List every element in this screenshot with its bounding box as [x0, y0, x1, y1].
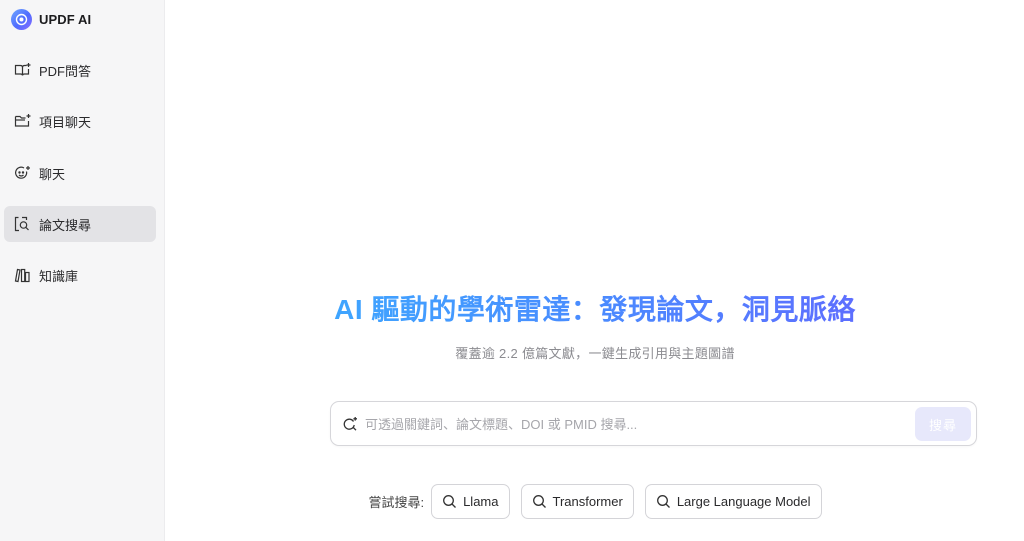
book-open-icon	[13, 61, 31, 79]
sidebar-item-pdf-qa[interactable]: PDF問答	[4, 52, 156, 88]
suggestion-chip-large-language-model[interactable]: Large Language Model	[644, 484, 822, 519]
suggestion-chip-llama[interactable]: Llama	[431, 484, 510, 519]
sidebar-item-label: 聊天	[39, 166, 66, 182]
search-icon	[532, 494, 547, 509]
folder-plus-icon	[13, 112, 31, 130]
main-content: AI 驅動的學術雷達：發現論文，洞見脈絡 覆蓋逾 2.2 億篇文獻，一鍵生成引用…	[166, 0, 1024, 541]
doc-search-icon	[13, 215, 31, 233]
sidebar-item-label: 知識庫	[39, 268, 79, 284]
search-sparkle-icon	[342, 416, 358, 432]
chip-label: Large Language Model	[676, 494, 811, 509]
search-bar: 搜尋	[330, 401, 977, 446]
brand-name: UPDF AI	[39, 11, 92, 27]
chip-label: Transformer	[552, 494, 623, 509]
page-subtitle: 覆蓋逾 2.2 億篇文獻，一鍵生成引用與主題圖譜	[455, 346, 735, 361]
smile-chat-icon	[13, 164, 31, 182]
search-icon	[442, 494, 457, 509]
page-title: AI 驅動的學術雷達：發現論文，洞見脈絡	[166, 292, 1024, 328]
sidebar-item-chat[interactable]: 聊天	[4, 155, 156, 191]
suggestions-label: 嘗試搜尋:	[368, 495, 425, 510]
chip-label: Llama	[463, 494, 499, 509]
search-icon	[656, 494, 671, 509]
brand[interactable]: UPDF AI	[11, 8, 91, 30]
search-button[interactable]: 搜尋	[915, 407, 971, 441]
sidebar: UPDF AI PDF問答 項目聊天 聊天 論文搜尋 知識庫	[0, 0, 165, 541]
sidebar-item-paper-search[interactable]: 論文搜尋	[4, 206, 156, 242]
sidebar-item-label: PDF問答	[39, 63, 92, 79]
sidebar-item-label: 論文搜尋	[39, 217, 92, 233]
search-input[interactable]	[365, 410, 905, 438]
library-icon	[13, 266, 31, 284]
suggestion-chip-transformer[interactable]: Transformer	[520, 484, 634, 519]
sidebar-item-knowledge-base[interactable]: 知識庫	[4, 257, 156, 293]
sidebar-item-label: 項目聊天	[39, 114, 92, 130]
updf-logo-icon	[11, 8, 32, 30]
sidebar-item-project-chat[interactable]: 項目聊天	[4, 103, 156, 139]
search-suggestions: 嘗試搜尋: Llama Transformer Large Language M…	[166, 484, 1024, 519]
